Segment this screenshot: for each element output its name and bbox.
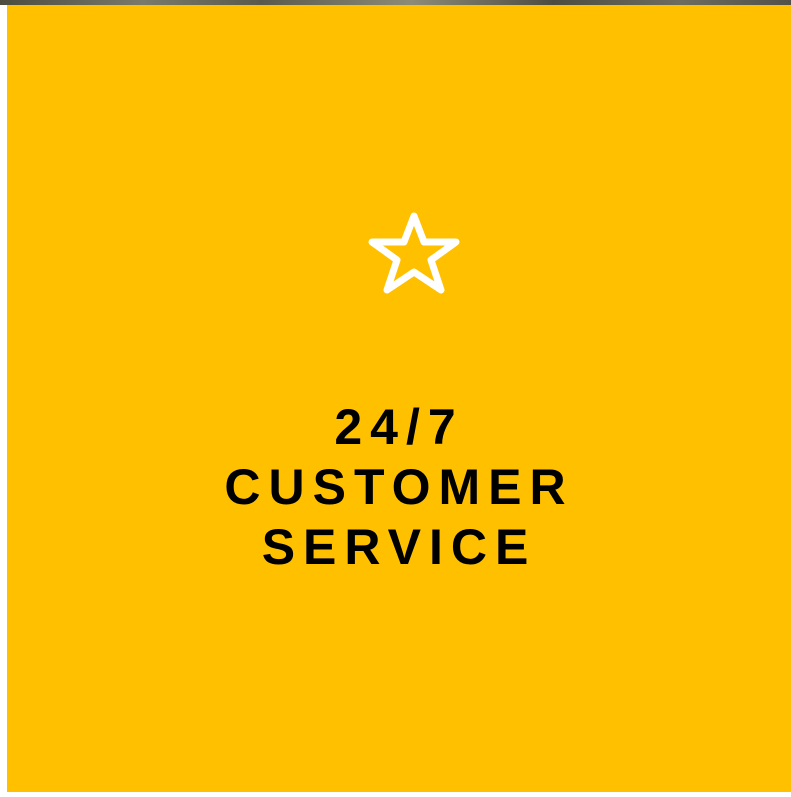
page: 24/7 CUSTOMER SERVICE xyxy=(0,0,791,797)
feature-title: 24/7 CUSTOMER SERVICE xyxy=(7,397,791,577)
feature-card: 24/7 CUSTOMER SERVICE xyxy=(7,5,791,792)
feature-title-line-1: 24/7 xyxy=(334,398,464,455)
feature-title-line-3: SERVICE xyxy=(261,518,537,575)
feature-title-line-2: CUSTOMER xyxy=(224,458,574,515)
star-outline-icon xyxy=(361,205,467,301)
